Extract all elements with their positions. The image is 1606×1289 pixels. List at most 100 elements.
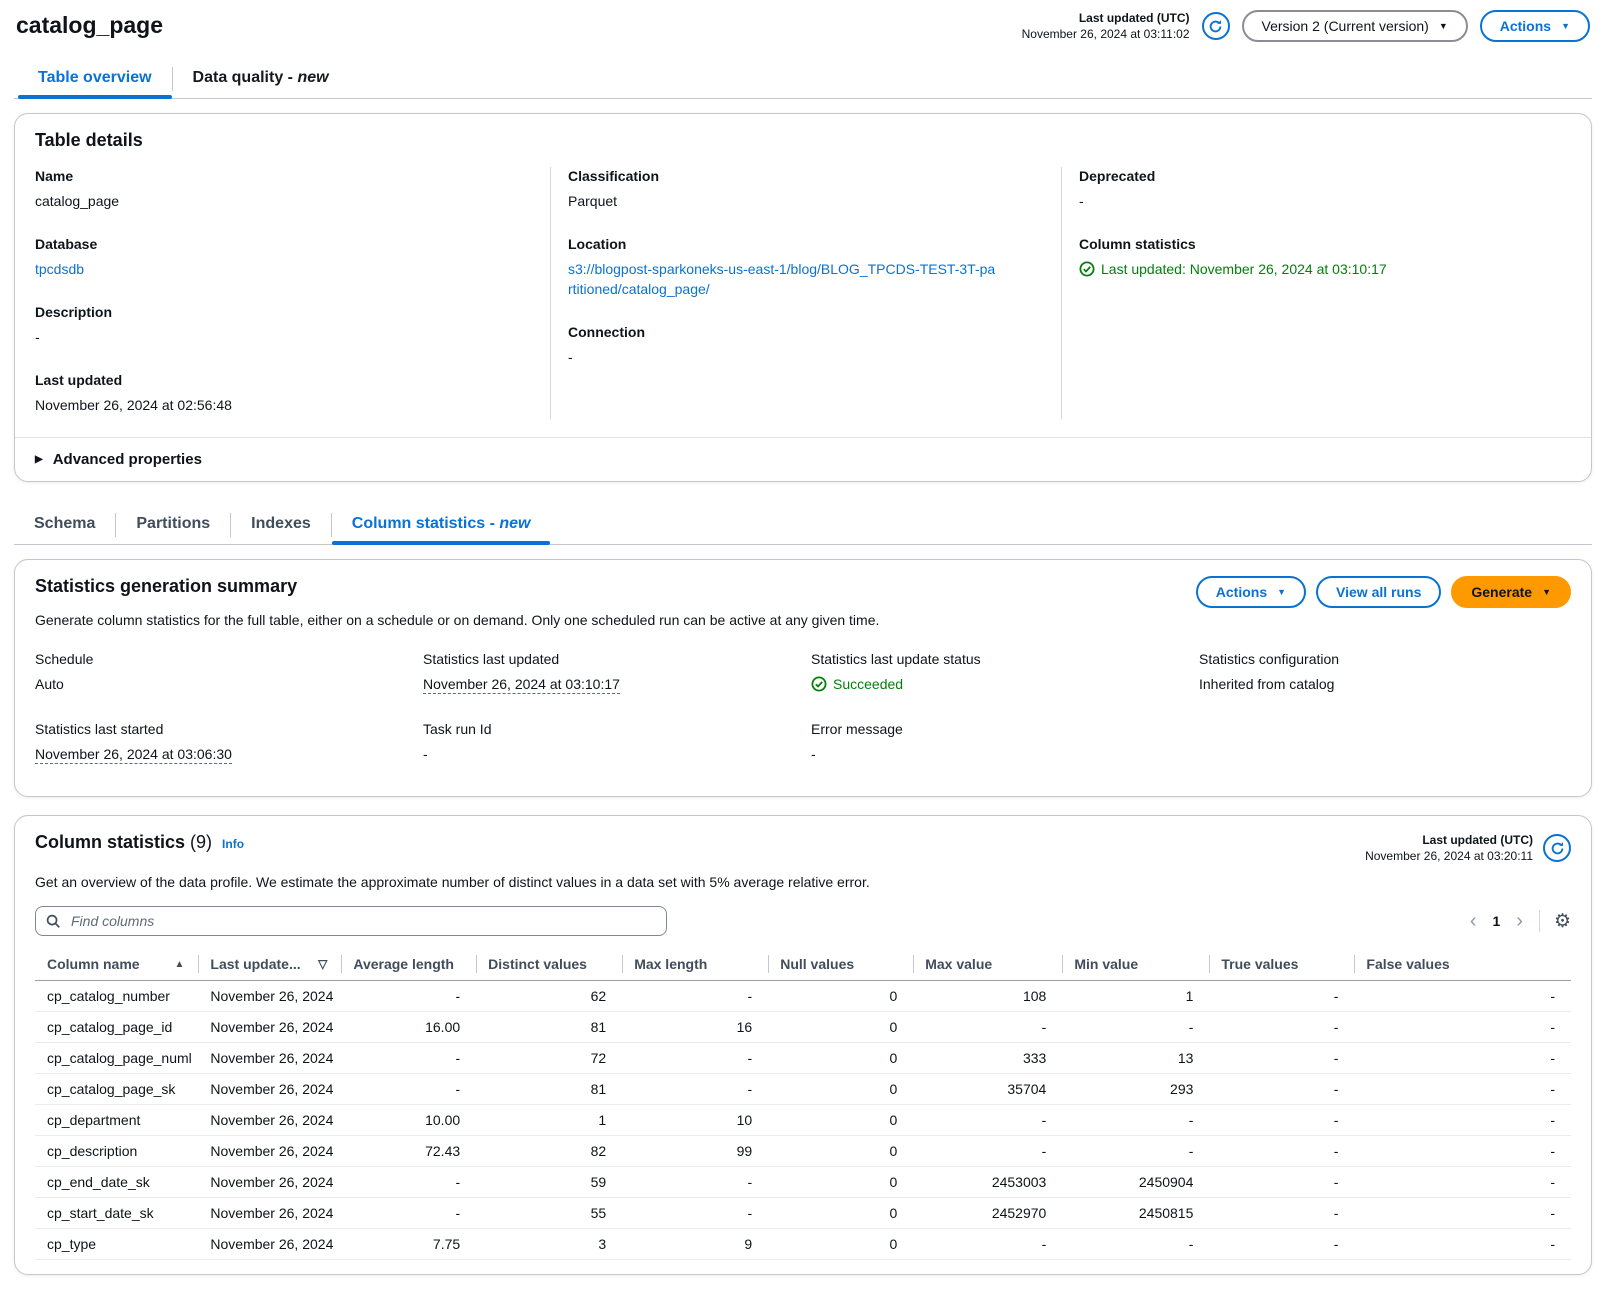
tab-label: Schema [34,515,95,532]
column-statistics-label: Column statistics [1079,235,1555,253]
header-min-value[interactable]: Min value [1062,950,1209,981]
cell-column-name: cp_catalog_page_sk [35,1074,198,1105]
header-average-length[interactable]: Average length [341,950,476,981]
location-label: Location [568,235,1045,253]
version-select-button[interactable]: Version 2 (Current version) ▼ [1242,10,1468,42]
cell-max-length: - [622,1074,768,1105]
update-status-value: Succeeded [833,674,903,694]
refresh-icon [1550,841,1565,856]
column-statistics-title: Column statistics (9) [35,832,212,853]
header-distinct-values[interactable]: Distinct values [476,950,622,981]
cell-false-values: - [1354,1074,1571,1105]
cell-column-name: cp_department [35,1105,198,1136]
refresh-button[interactable] [1202,12,1230,40]
tab-table-overview[interactable]: Table overview [18,60,172,98]
success-check-icon [811,676,827,692]
header-false-values[interactable]: False values [1354,950,1571,981]
generate-label: Generate [1471,584,1532,600]
cell-min-value: 2450904 [1062,1167,1209,1198]
stats-configuration-label: Statistics configuration [1199,650,1571,668]
info-link[interactable]: Info [222,837,244,851]
cell-null-values: 0 [768,1136,913,1167]
cell-false-values: - [1354,1105,1571,1136]
cell-distinct-values: 3 [476,1229,622,1260]
column-statistics-table: Column name▲ Last update...▽ Average len… [35,950,1571,1260]
error-message-label: Error message [811,720,1183,738]
header-last-update[interactable]: Last update...▽ [198,950,341,981]
cell-max-length: - [622,981,768,1012]
header-max-length[interactable]: Max length [622,950,768,981]
next-page-button[interactable]: › [1514,911,1525,931]
stats-actions-button[interactable]: Actions ▼ [1196,576,1306,608]
cell-max-value: - [913,1105,1062,1136]
table-row: cp_description November 26, 2024 72.43 8… [35,1136,1571,1167]
stats-last-started-value[interactable]: November 26, 2024 at 03:06:30 [35,746,232,764]
last-updated-label: Last updated (UTC) [1365,832,1533,848]
cell-false-values: - [1354,1043,1571,1074]
tab-new-badge: new [499,515,530,532]
cell-last-update: November 26, 2024 [198,1136,341,1167]
cell-last-update: November 26, 2024 [198,981,341,1012]
table-settings-button[interactable]: ⚙ [1554,912,1571,931]
update-status-label: Statistics last update status [811,650,1183,668]
success-check-icon [1079,261,1095,277]
table-row: cp_start_date_sk November 26, 2024 - 55 … [35,1198,1571,1229]
header-true-values[interactable]: True values [1209,950,1354,981]
refresh-button[interactable] [1543,834,1571,862]
connection-value: - [568,347,1045,367]
cell-true-values: - [1209,1198,1354,1229]
cell-true-values: - [1209,1136,1354,1167]
cell-min-value: 1 [1062,981,1209,1012]
view-all-runs-button[interactable]: View all runs [1316,576,1441,608]
header-column-name[interactable]: Column name▲ [35,950,198,981]
cell-null-values: 0 [768,1167,913,1198]
cell-max-length: 10 [622,1105,768,1136]
tab-data-quality[interactable]: Data quality - new [173,60,349,98]
generate-button[interactable]: Generate ▼ [1451,576,1571,608]
cell-max-value: - [913,1229,1062,1260]
cell-average-length: - [341,1167,476,1198]
stats-summary-title: Statistics generation summary [35,576,297,597]
tab-label: Column statistics - [352,515,500,532]
page-number[interactable]: 1 [1492,913,1500,929]
schedule-label: Schedule [35,650,407,668]
cell-max-length: 99 [622,1136,768,1167]
previous-page-button[interactable]: ‹ [1468,911,1479,931]
cell-max-length: 16 [622,1012,768,1043]
tab-column-statistics[interactable]: Column statistics - new [332,506,551,544]
advanced-properties-label: Advanced properties [53,451,202,468]
header-max-value[interactable]: Max value [913,950,1062,981]
task-run-id-label: Task run Id [423,720,795,738]
cell-min-value: 2450815 [1062,1198,1209,1229]
search-input[interactable] [69,912,656,930]
description-label: Description [35,303,534,321]
column-statistics-count: (9) [190,832,212,852]
table-row: cp_type November 26, 2024 7.75 3 9 0 - -… [35,1229,1571,1260]
advanced-properties-toggle[interactable]: ▶ Advanced properties [15,437,1591,481]
cell-true-values: - [1209,981,1354,1012]
cell-null-values: 0 [768,1043,913,1074]
stats-last-updated-value[interactable]: November 26, 2024 at 03:10:17 [423,676,620,694]
stats-last-started-label: Statistics last started [35,720,407,738]
cell-distinct-values: 72 [476,1043,622,1074]
location-link[interactable]: s3://blogpost-sparkoneks-us-east-1/blog/… [568,259,998,299]
table-header-row: Column name▲ Last update...▽ Average len… [35,950,1571,981]
tab-indexes[interactable]: Indexes [231,506,331,544]
tab-label: Partitions [136,515,210,532]
cell-average-length: 16.00 [341,1012,476,1043]
tab-schema[interactable]: Schema [14,506,115,544]
cell-last-update: November 26, 2024 [198,1198,341,1229]
find-columns-search[interactable] [35,906,667,936]
actions-label: Actions [1216,584,1267,600]
cell-distinct-values: 81 [476,1074,622,1105]
table-details-col-3: Deprecated- Column statistics Last updat… [1061,167,1571,419]
tab-partitions[interactable]: Partitions [116,506,230,544]
column-statistics-card: Column statistics (9) Info Last updated … [14,815,1592,1275]
tab-label: Indexes [251,515,311,532]
cell-max-value: 2452970 [913,1198,1062,1229]
page: catalog_page Last updated (UTC) November… [0,0,1606,1275]
database-link[interactable]: tpcdsdb [35,261,84,277]
search-icon [46,914,61,929]
header-null-values[interactable]: Null values [768,950,913,981]
header-actions-button[interactable]: Actions ▼ [1480,10,1590,42]
